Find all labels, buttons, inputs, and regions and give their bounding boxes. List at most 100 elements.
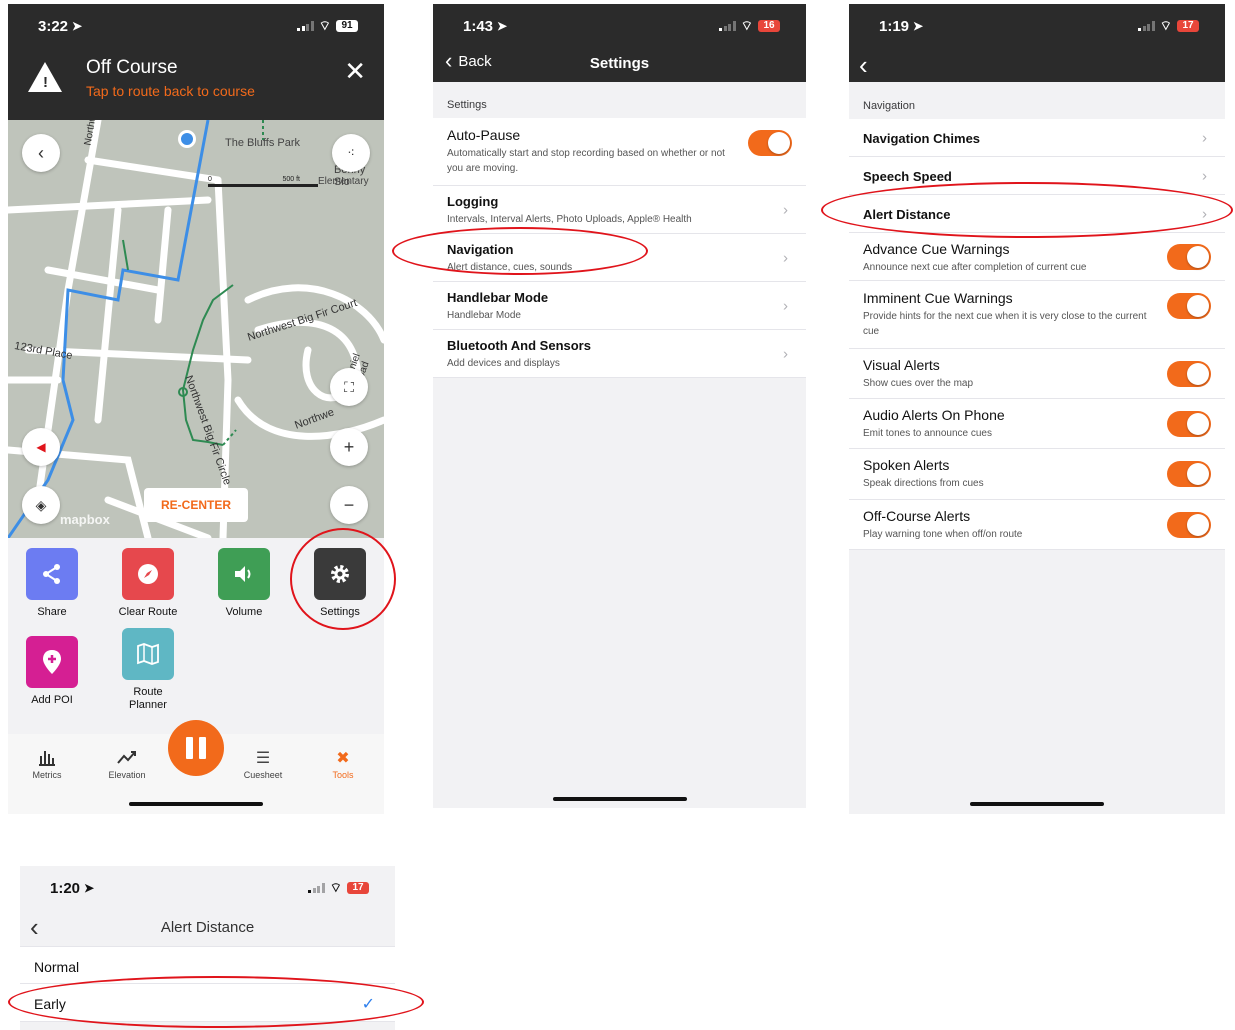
row-title: Advance Cue Warnings — [863, 241, 1010, 257]
visual-alerts-toggle[interactable] — [1167, 361, 1211, 387]
spoken-alerts-row: Spoken Alerts Speak directions from cues — [849, 449, 1225, 500]
layers-icon[interactable]: ◈ — [22, 486, 60, 524]
chevron-right-icon: › — [783, 345, 788, 362]
chevron-right-icon: › — [783, 249, 788, 266]
page-title: Settings — [589, 55, 650, 72]
pause-button[interactable] — [168, 720, 224, 776]
alert-distance-row[interactable]: Alert Distance › — [849, 195, 1225, 233]
row-subtitle: Provide hints for the next cue when it i… — [863, 311, 1147, 337]
map-icon — [122, 628, 174, 680]
row-title: Bluetooth And Sensors — [447, 338, 591, 353]
settings-button[interactable]: Settings — [304, 548, 376, 618]
tab-elevation[interactable]: Elevation — [97, 748, 157, 780]
fullscreen-icon[interactable]: ⛶ — [330, 368, 368, 406]
wifi-icon: ⌔ — [329, 880, 342, 895]
signal-icon — [308, 883, 325, 893]
share-icon — [26, 548, 78, 600]
home-indicator — [553, 797, 687, 801]
pause-icon-bar — [199, 737, 206, 759]
scale-value: 500 ft — [282, 176, 300, 183]
chevron-right-icon: › — [1202, 129, 1207, 146]
bluetooth-sensors-row[interactable]: Bluetooth And Sensors Add devices and di… — [433, 330, 806, 378]
section-header: Navigation — [863, 100, 915, 112]
map-back-button[interactable]: ‹ — [22, 134, 60, 172]
battery-badge: 91 — [336, 20, 358, 32]
navigation-chimes-row[interactable]: Navigation Chimes › — [849, 119, 1225, 157]
speech-speed-row[interactable]: Speech Speed › — [849, 157, 1225, 195]
chevron-right-icon: › — [1202, 167, 1207, 184]
list-icon: ☰ — [255, 750, 271, 767]
battery-badge: 17 — [1177, 20, 1199, 32]
auto-pause-toggle[interactable] — [748, 130, 792, 156]
logging-row[interactable]: Logging Intervals, Interval Alerts, Phot… — [433, 186, 806, 234]
status-time: 1:19 — [879, 17, 910, 35]
tab-tools[interactable]: ✖ Tools — [313, 748, 373, 780]
row-subtitle: Show cues over the map — [863, 378, 974, 389]
tab-cuesheet-label: Cuesheet — [243, 770, 283, 780]
tab-cuesheet[interactable]: ☰ Cuesheet — [233, 748, 293, 780]
trend-icon — [97, 748, 157, 770]
banner-title: Off Course — [86, 57, 178, 78]
compass-north-button[interactable]: ◀ — [22, 428, 60, 466]
map-view[interactable]: The Bluffs Park Bonny Slo Elementary Nor… — [8, 120, 384, 538]
route-planner-label: Route Planner — [129, 686, 167, 711]
recenter-button[interactable]: RE-CENTER — [144, 488, 248, 522]
option-normal[interactable]: Normal — [20, 946, 395, 984]
clear-route-button[interactable]: Clear Route — [112, 548, 184, 618]
chevron-right-icon: › — [783, 297, 788, 314]
wifi-icon: ⌔ — [740, 18, 753, 33]
handlebar-mode-row[interactable]: Handlebar Mode Handlebar Mode › — [433, 282, 806, 330]
audio-alerts-toggle[interactable] — [1167, 411, 1211, 437]
signal-icon — [719, 21, 736, 31]
option-early[interactable]: Early ✓ — [20, 984, 395, 1022]
tab-metrics[interactable]: Metrics — [17, 748, 77, 780]
status-time: 1:20 — [50, 879, 81, 897]
spoken-alerts-toggle[interactable] — [1167, 461, 1211, 487]
row-title: Logging — [447, 194, 499, 209]
close-icon[interactable]: ✕ — [344, 56, 366, 87]
wifi-icon: ⌔ — [318, 18, 331, 33]
row-title: Off-Course Alerts — [863, 508, 971, 524]
back-chevron-icon[interactable]: ‹ — [859, 50, 868, 81]
status-time: 1:43 — [463, 17, 494, 35]
volume-button[interactable]: Volume — [208, 548, 280, 618]
status-time: 3:22 — [38, 17, 69, 35]
signal-icon — [297, 21, 314, 31]
row-subtitle: Handlebar Mode — [447, 310, 521, 321]
pause-icon — [186, 737, 193, 759]
zoom-out-button[interactable]: − — [330, 486, 368, 524]
option-label: Early — [34, 996, 66, 1012]
scale-zero: 0 — [208, 176, 212, 183]
compass-icon — [122, 548, 174, 600]
row-subtitle: Emit tones to announce cues — [863, 428, 992, 439]
imminent-cue-warnings-toggle[interactable] — [1167, 293, 1211, 319]
row-title: Navigation — [447, 242, 514, 257]
location-arrow-icon: ➤ — [497, 19, 508, 33]
row-title: Speech Speed — [863, 169, 952, 184]
gear-icon — [314, 548, 366, 600]
share-button[interactable]: Share — [16, 548, 88, 618]
battery-badge: 17 — [347, 882, 369, 894]
advance-cue-warnings-toggle[interactable] — [1167, 244, 1211, 270]
add-poi-button[interactable]: Add POI — [16, 636, 88, 706]
chevron-right-icon: › — [1202, 205, 1207, 222]
off-course-banner[interactable]: ! Off Course Tap to route back to course… — [8, 48, 384, 120]
tab-elevation-label: Elevation — [108, 770, 146, 780]
map-scale: 0 500 ft — [208, 176, 318, 187]
option-label: Normal — [34, 959, 80, 975]
add-poi-label: Add POI — [31, 694, 73, 706]
row-title: Imminent Cue Warnings — [863, 290, 1013, 306]
row-subtitle: Play warning tone when off/on route — [863, 529, 1023, 540]
wifi-icon: ⌔ — [1159, 18, 1172, 33]
zoom-in-button[interactable]: + — [330, 428, 368, 466]
route-planner-button[interactable]: Route Planner — [112, 628, 184, 712]
status-bar: 1:43 ➤ ⌔ 16 — [433, 4, 806, 48]
row-title: Spoken Alerts — [863, 457, 950, 473]
route-options-icon[interactable]: ⁖ — [332, 134, 370, 172]
map-label-park: The Bluffs Park — [225, 137, 300, 149]
audio-alerts-row: Audio Alerts On Phone Emit tones to anno… — [849, 399, 1225, 449]
navigation-row[interactable]: Navigation Alert distance, cues, sounds … — [433, 234, 806, 282]
home-indicator — [129, 802, 263, 806]
location-arrow-icon: ➤ — [84, 881, 95, 895]
off-course-alerts-toggle[interactable] — [1167, 512, 1211, 538]
